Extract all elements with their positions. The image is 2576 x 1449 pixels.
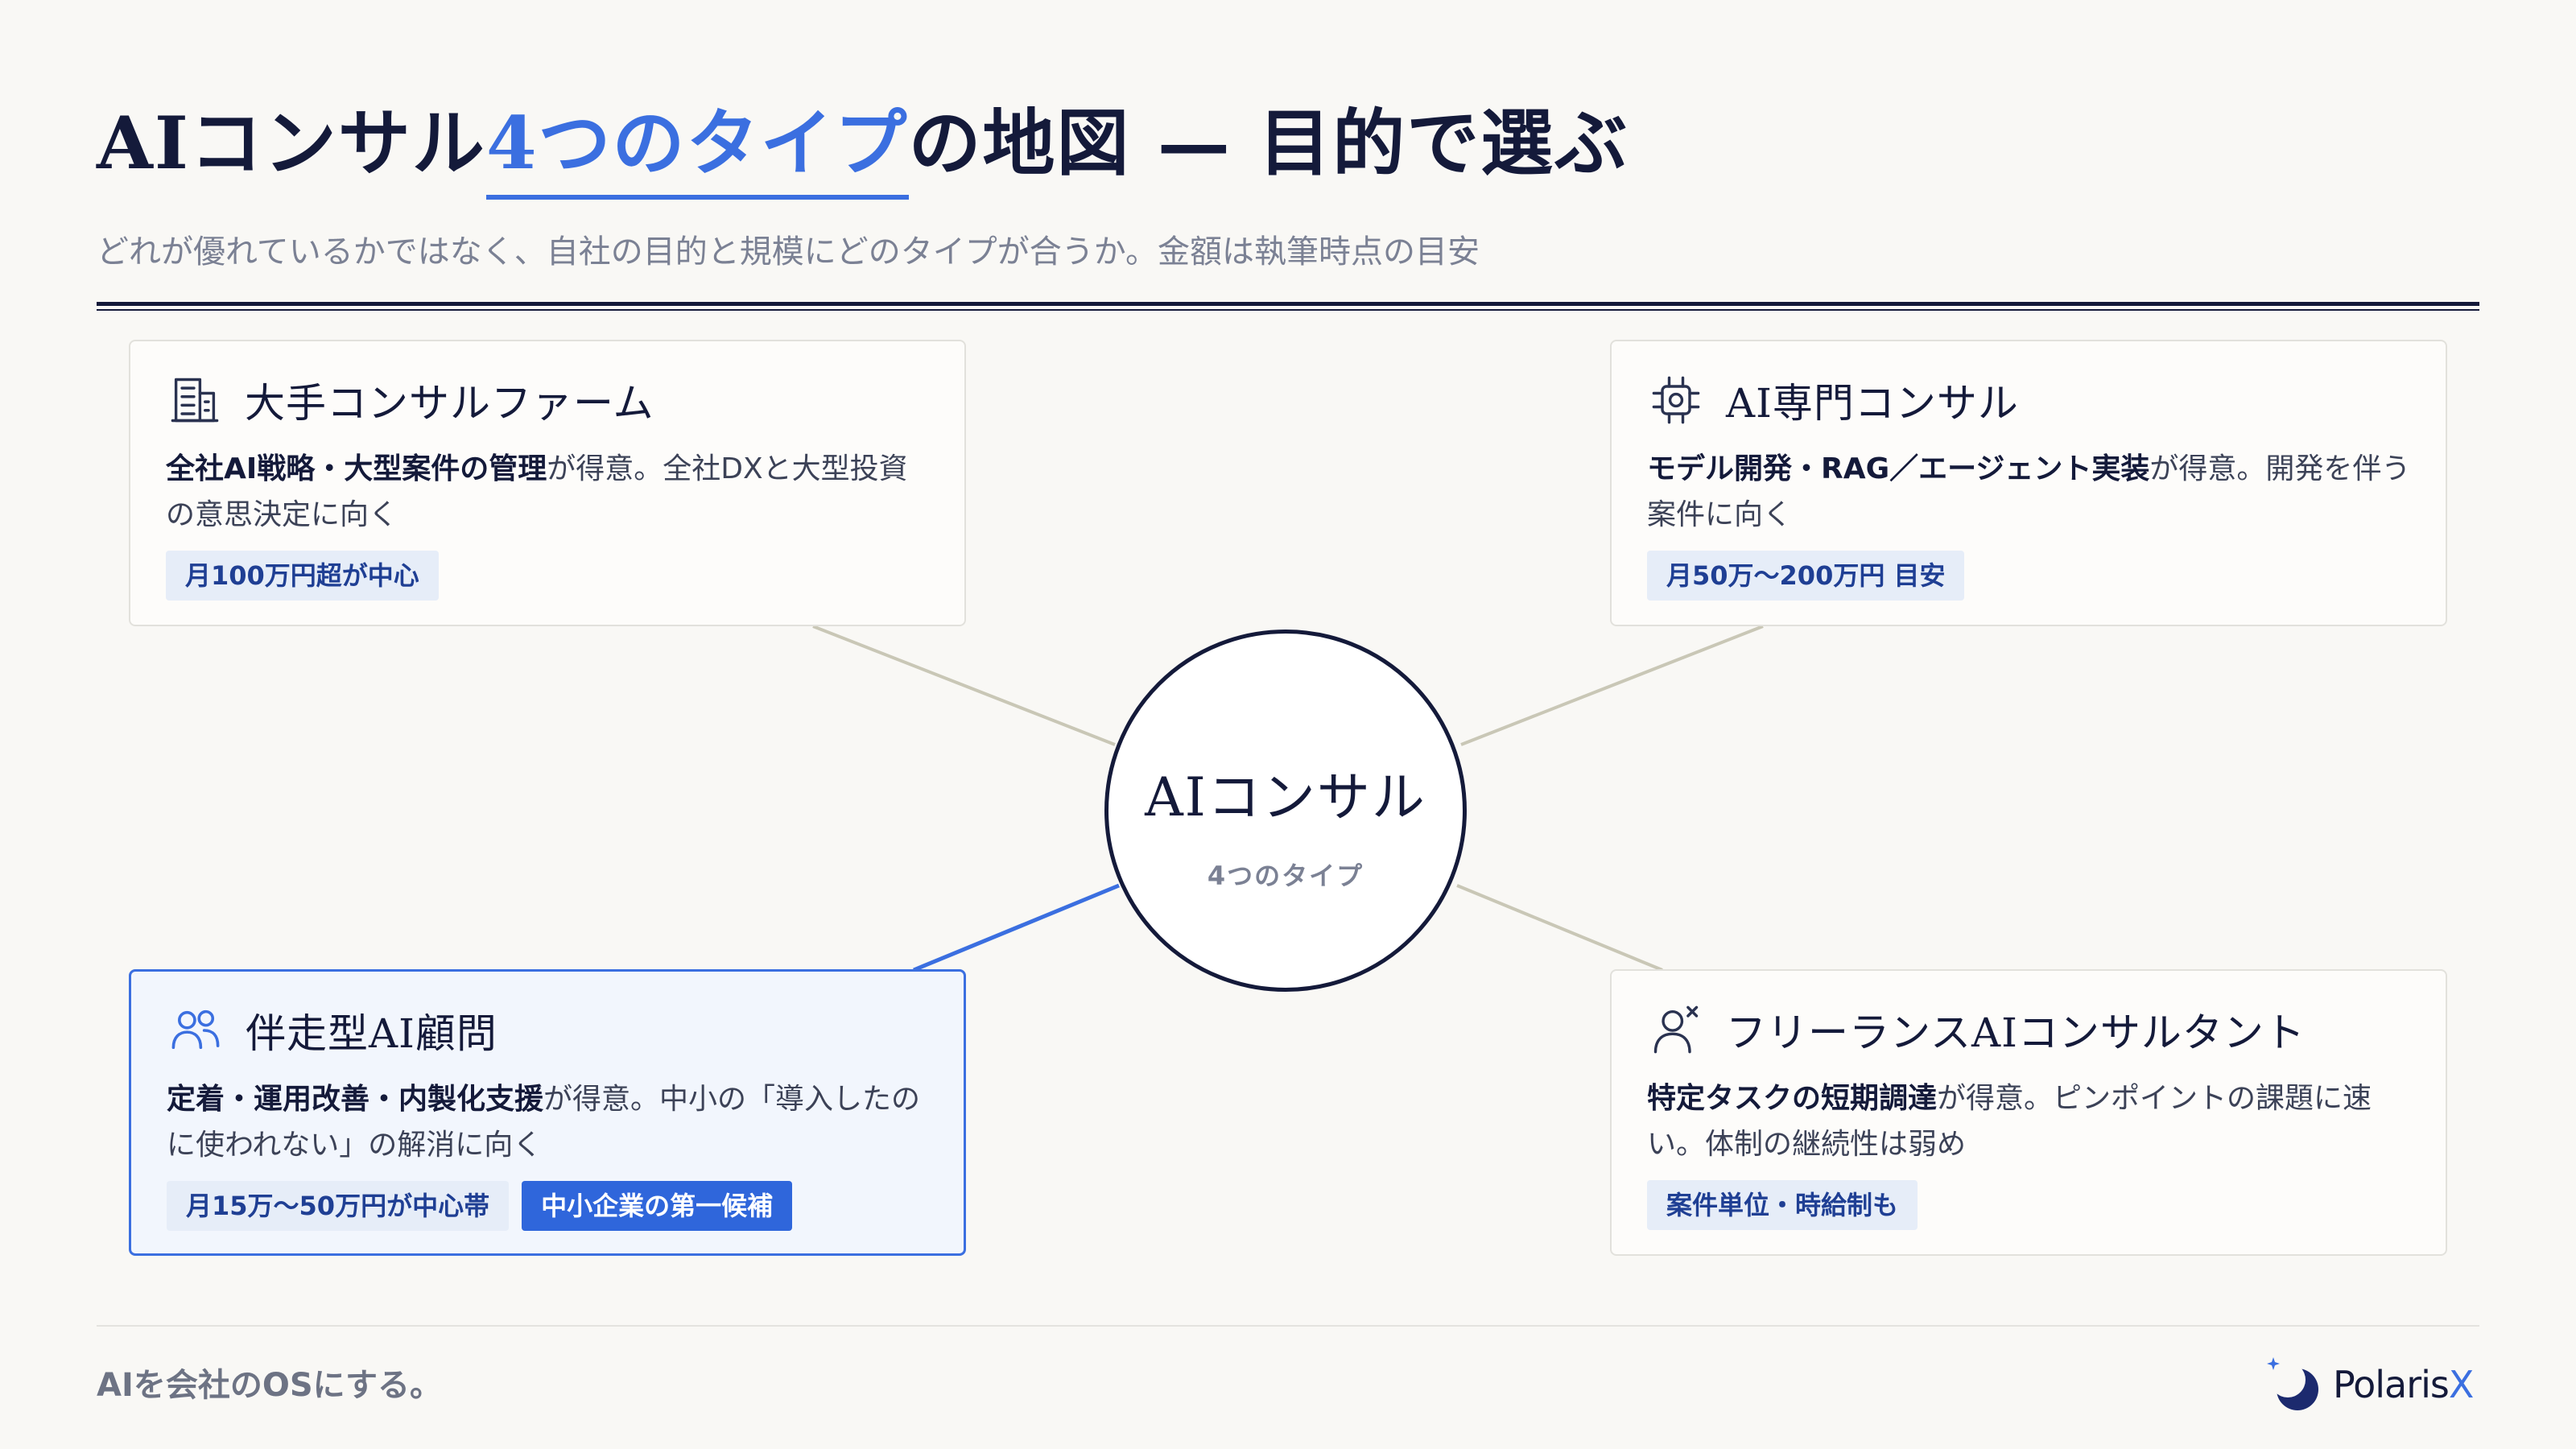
hub-title: AIコンサル — [1145, 766, 1426, 828]
chip-icon — [1647, 371, 1705, 429]
card-strength: モデル開発・RAG／エージェント実装 — [1647, 452, 2150, 485]
card-freelance-ai-consultant[interactable]: フリーランスAIコンサルタント 特定タスクの短期調達が得意。ピンポイントの課題に… — [1610, 969, 2447, 1256]
price-tag: 月50万〜200万円 目安 — [1647, 551, 1965, 601]
connector-top-left — [812, 625, 1116, 746]
card-tags: 案件単位・時給制も — [1647, 1180, 2412, 1230]
recommend-badge: 中小企業の第一候補 — [522, 1181, 793, 1231]
card-description: モデル開発・RAG／エージェント実装が得意。開発を伴う案件に向く — [1647, 446, 2412, 538]
logo-text-main: Polaris — [2333, 1363, 2450, 1406]
logo-text-accent: X — [2448, 1363, 2475, 1406]
card-tags: 月15万〜50万円が中心帯 中小企業の第一候補 — [167, 1181, 930, 1231]
connector-bottom-right — [1456, 884, 1663, 972]
card-ai-specialist-consulting[interactable]: AI専門コンサル モデル開発・RAG／エージェント実装が得意。開発を伴う案件に向… — [1610, 340, 2447, 626]
card-strength: 全社AI戦略・大型案件の管理 — [166, 452, 547, 485]
hub-subtitle: 4つのタイプ — [1207, 861, 1364, 891]
card-strength: 定着・運用改善・内製化支援 — [167, 1083, 544, 1116]
price-tag: 案件単位・時給制も — [1647, 1180, 1918, 1230]
hub-circle: AIコンサル 4つのタイプ — [1104, 630, 1467, 992]
card-description: 特定タスクの短期調達が得意。ピンポイントの課題に速い。体制の継続性は弱め — [1647, 1075, 2412, 1167]
building-icon — [166, 371, 224, 429]
card-title: 伴走型AI顧問 — [246, 1010, 497, 1057]
footer-tagline: AIを会社のOSにする。 — [97, 1367, 443, 1404]
person-icon — [1647, 1001, 1705, 1059]
card-strength: 特定タスクの短期調達 — [1647, 1082, 1938, 1115]
card-description: 全社AI戦略・大型案件の管理が得意。全社DXと大型投資の意思決定に向く — [166, 446, 931, 538]
footer-rule — [97, 1325, 2479, 1327]
price-tag: 月15万〜50万円が中心帯 — [167, 1181, 510, 1231]
card-large-consulting-firm[interactable]: 大手コンサルファーム 全社AI戦略・大型案件の管理が得意。全社DXと大型投資の意… — [129, 340, 966, 626]
logo-text: PolarisX — [2333, 1363, 2475, 1406]
connector-top-right — [1460, 625, 1764, 746]
card-tags: 月50万〜200万円 目安 — [1647, 551, 2412, 601]
people-icon — [167, 1001, 225, 1059]
connector-bottom-left — [913, 883, 1120, 972]
card-tags: 月100万円超が中心 — [166, 551, 931, 601]
logo-mark-icon — [2267, 1357, 2318, 1410]
card-title: フリーランスAIコンサルタント — [1726, 1009, 2306, 1056]
card-description: 定着・運用改善・内製化支援が得意。中小の「導入したのに使われない」の解消に向く — [167, 1076, 930, 1168]
card-title: AI専門コンサル — [1726, 380, 2019, 427]
price-tag: 月100万円超が中心 — [166, 551, 439, 601]
polarisx-logo: PolarisX — [2262, 1352, 2475, 1417]
card-ai-advisor[interactable]: 伴走型AI顧問 定着・運用改善・内製化支援が得意。中小の「導入したのに使われない… — [129, 969, 966, 1256]
card-title: 大手コンサルファーム — [245, 380, 654, 427]
